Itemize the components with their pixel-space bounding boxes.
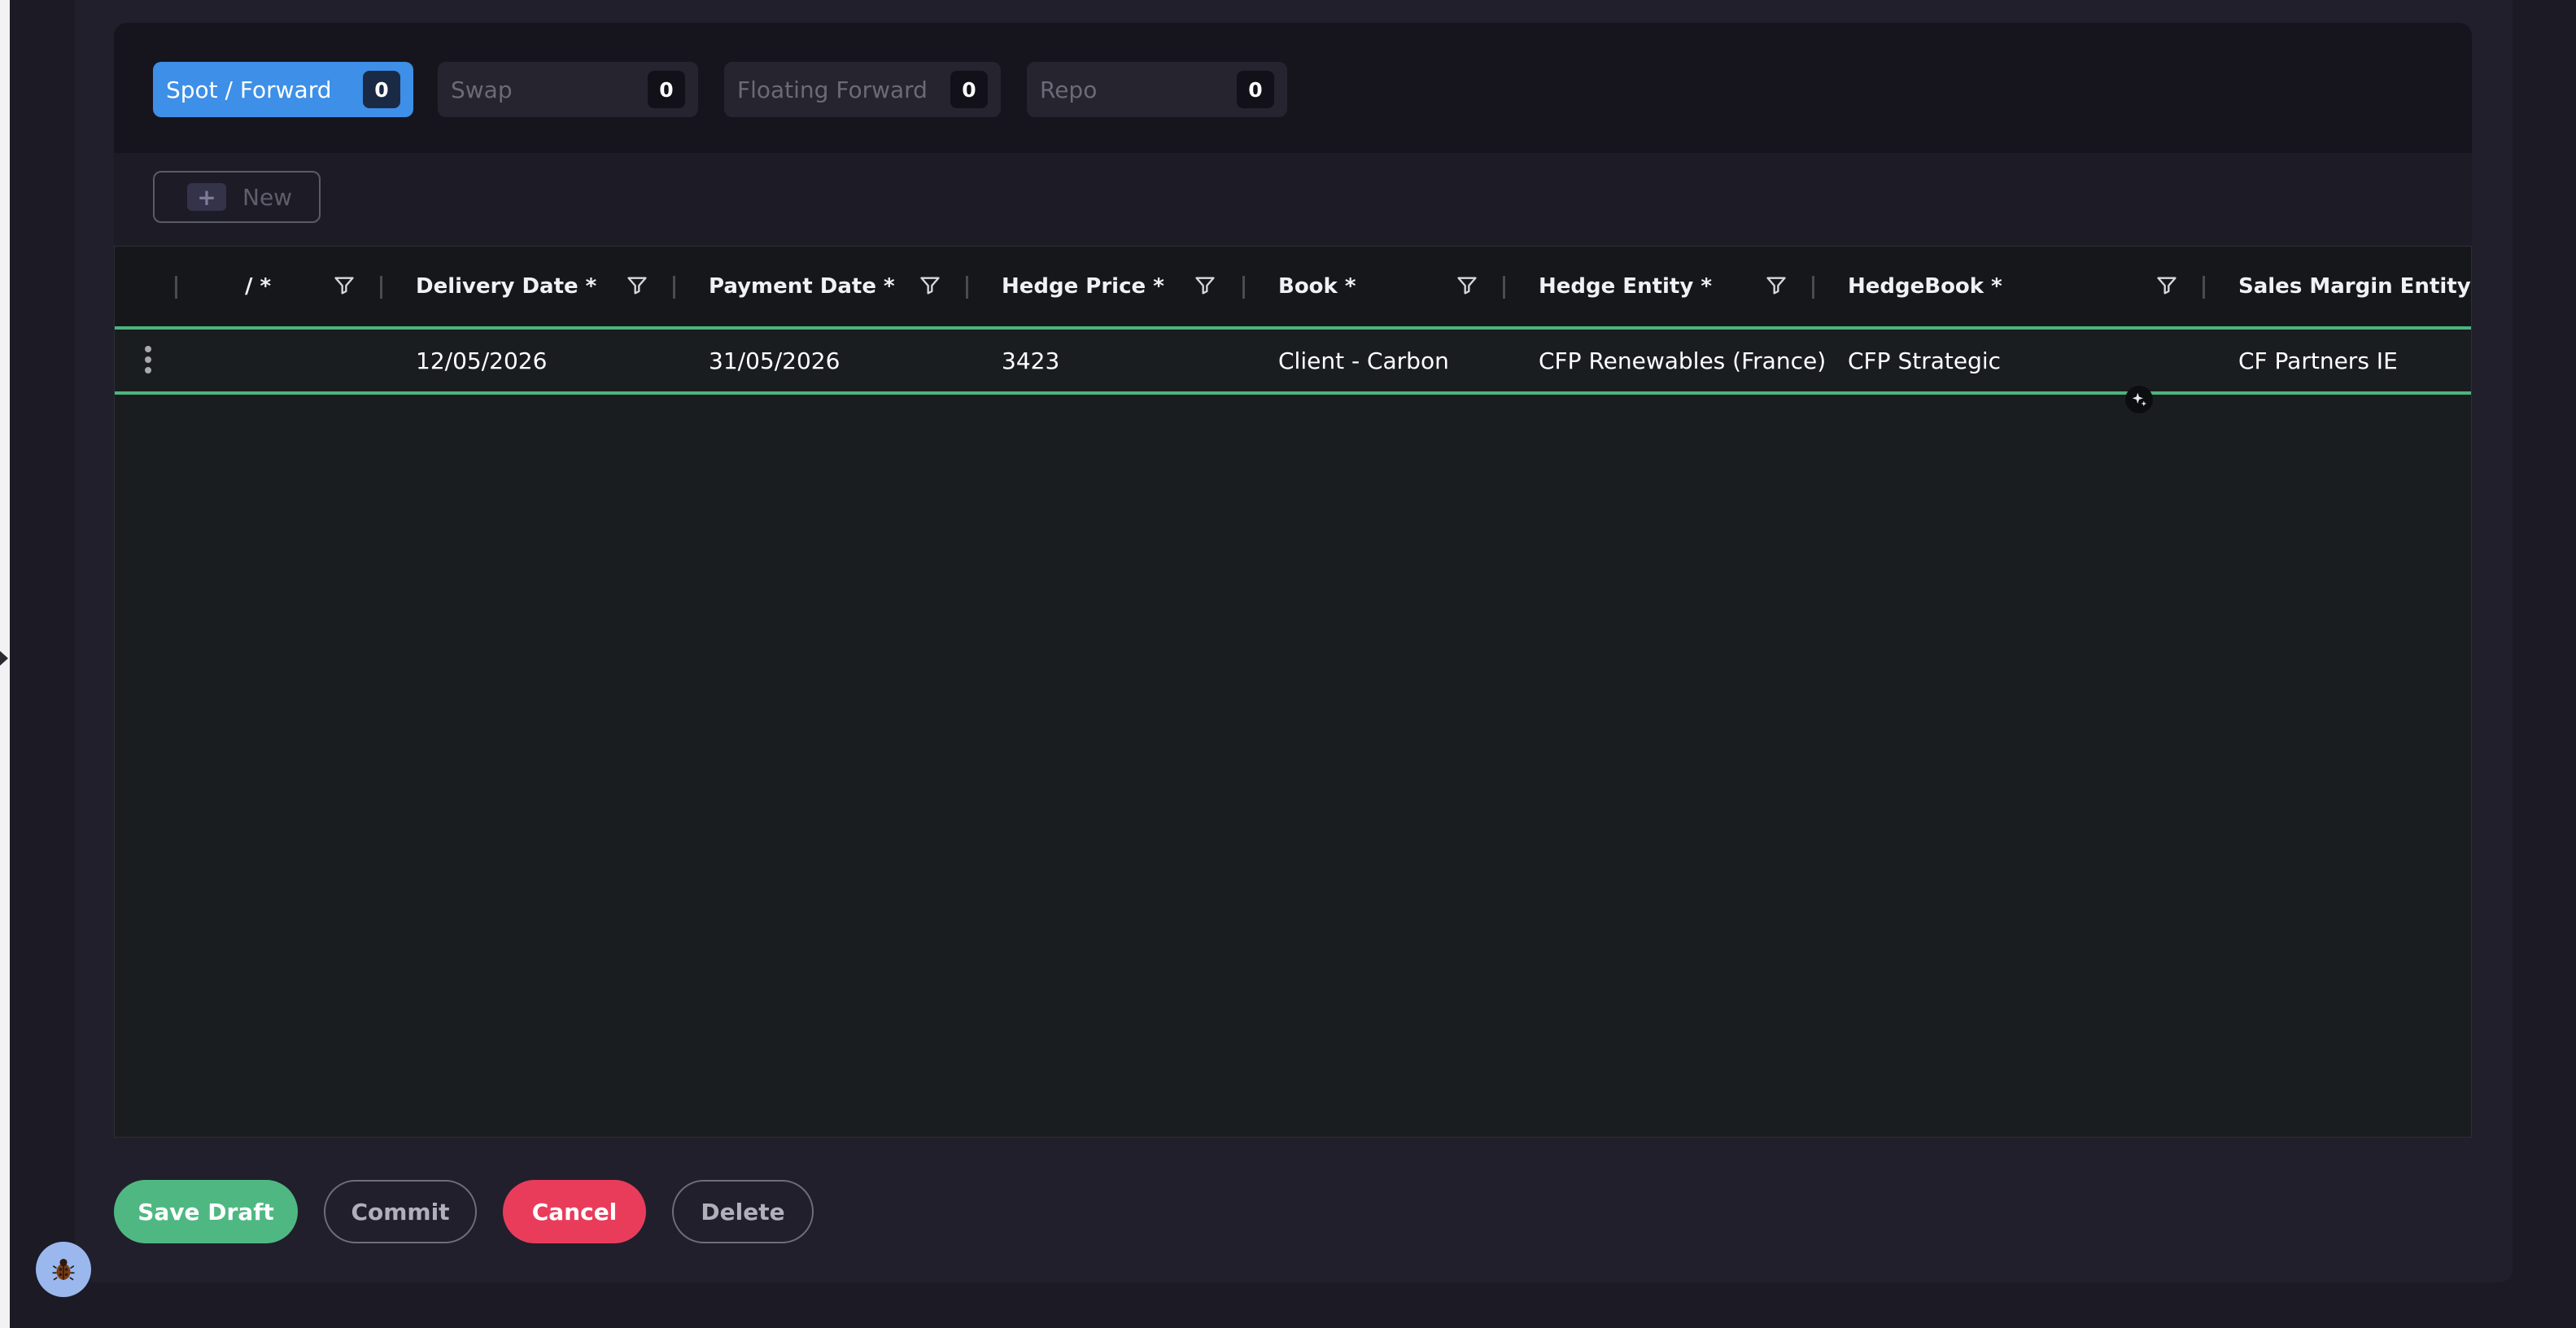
- save-draft-button[interactable]: Save Draft: [114, 1180, 298, 1243]
- new-button-label: New: [242, 183, 293, 211]
- column-separator[interactable]: [2203, 276, 2205, 299]
- filter-icon[interactable]: [2155, 274, 2178, 297]
- cell-hedgebook[interactable]: CFP Strategic: [1848, 330, 2001, 391]
- column-header-hedge-price[interactable]: Hedge Price *: [1002, 247, 1164, 326]
- column-separator[interactable]: [673, 276, 675, 299]
- column-header-payment-date[interactable]: Payment Date *: [709, 247, 895, 326]
- trade-type-tabs: Spot / Forward 0 Swap 0 Floating Forward…: [114, 23, 2472, 153]
- filter-icon[interactable]: [1765, 274, 1788, 297]
- tab-count-badge: 0: [648, 71, 685, 108]
- cancel-button[interactable]: Cancel: [503, 1180, 646, 1243]
- cell-book[interactable]: Client - Carbon: [1278, 330, 1449, 391]
- filter-icon[interactable]: [333, 274, 356, 297]
- cell-payment-date[interactable]: 31/05/2026: [709, 330, 840, 391]
- grid-header: / * Delivery Date * Payment Date * Hedge…: [115, 247, 2471, 326]
- filter-icon[interactable]: [626, 274, 648, 297]
- filter-icon[interactable]: [1194, 274, 1216, 297]
- column-header-hedge-entity[interactable]: Hedge Entity *: [1539, 247, 1712, 326]
- column-header-partial[interactable]: / *: [245, 247, 271, 326]
- delete-button[interactable]: Delete: [672, 1180, 814, 1243]
- trades-grid: / * Delivery Date * Payment Date * Hedge…: [114, 246, 2472, 1138]
- column-separator[interactable]: [966, 276, 968, 299]
- tab-count-badge: 0: [1237, 71, 1274, 108]
- cell-hedge-entity[interactable]: CFP Renewables (France): [1539, 330, 1826, 391]
- column-header-hedgebook[interactable]: HedgeBook *: [1848, 247, 2002, 326]
- tab-label: Floating Forward: [737, 76, 928, 103]
- commit-button[interactable]: Commit: [324, 1180, 477, 1243]
- tab-floating-forward[interactable]: Floating Forward 0: [724, 62, 1001, 117]
- column-separator[interactable]: [1812, 276, 1814, 299]
- tab-label: Spot / Forward: [166, 76, 332, 103]
- column-separator[interactable]: [380, 276, 382, 299]
- cell-delivery-date[interactable]: 12/05/2026: [416, 330, 547, 391]
- tab-label: Swap: [451, 76, 513, 103]
- filter-icon[interactable]: [1456, 274, 1478, 297]
- cell-hedge-price[interactable]: 3423: [1002, 330, 1059, 391]
- column-separator[interactable]: [175, 276, 177, 299]
- column-header-book[interactable]: Book *: [1278, 247, 1356, 326]
- column-separator[interactable]: [1242, 276, 1245, 299]
- tab-repo[interactable]: Repo 0: [1027, 62, 1287, 117]
- tab-count-badge: 0: [363, 71, 400, 108]
- tab-count-badge: 0: [950, 71, 988, 108]
- kebab-menu-icon[interactable]: [144, 346, 152, 375]
- column-header-delivery-date[interactable]: Delivery Date *: [416, 247, 596, 326]
- expand-caret-icon[interactable]: [0, 651, 8, 666]
- tab-spot-forward[interactable]: Spot / Forward 0: [153, 62, 413, 117]
- tab-swap[interactable]: Swap 0: [438, 62, 698, 117]
- plus-icon: +: [187, 183, 226, 211]
- cell-sales-margin-entity[interactable]: CF Partners IE: [2238, 330, 2398, 391]
- filter-icon[interactable]: [919, 274, 941, 297]
- column-header-sales-margin-entity[interactable]: Sales Margin Entity *: [2238, 247, 2471, 326]
- sparkle-icon[interactable]: [2125, 386, 2153, 413]
- bug-icon[interactable]: [36, 1242, 91, 1297]
- column-separator[interactable]: [1503, 276, 1505, 299]
- new-trade-button[interactable]: + New: [153, 171, 321, 223]
- table-row[interactable]: 12/05/2026 31/05/2026 3423 Client - Carb…: [115, 326, 2471, 395]
- grid-toolbar: + New: [114, 153, 2472, 246]
- tab-label: Repo: [1040, 76, 1098, 103]
